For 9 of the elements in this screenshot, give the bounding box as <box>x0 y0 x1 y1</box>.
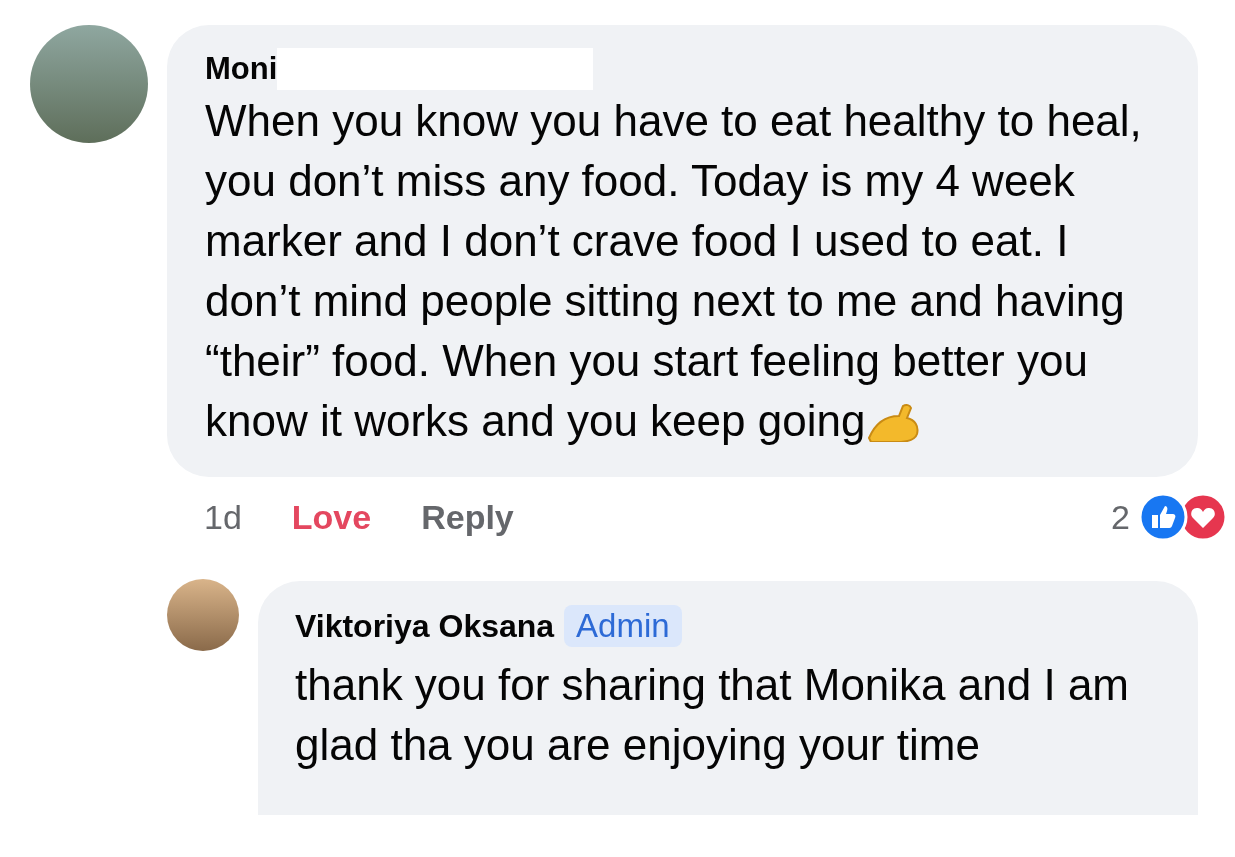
comment-text: When you know you have to eat healthy to heal, you don’t miss any food. Today is my 4 week marker and I don’t crave food I used to eat. I don’t mind people sitting next to me and having “their” food. When you start feeling better you know it works and you keep going <box>205 95 1143 447</box>
timestamp[interactable]: 1d <box>204 497 242 537</box>
love-link[interactable]: Love <box>291 497 372 537</box>
comment-text: thank you for sharing that Monika and I am glad tha you are enjoying your time <box>295 659 1131 771</box>
author-name[interactable]: Viktoriya Oksana <box>295 607 555 645</box>
author-name[interactable]: Moni <box>205 51 278 87</box>
admin-badge: Admin <box>564 605 682 647</box>
reaction-count[interactable]: 2 <box>1111 497 1130 537</box>
reply-link[interactable]: Reply <box>421 497 514 537</box>
